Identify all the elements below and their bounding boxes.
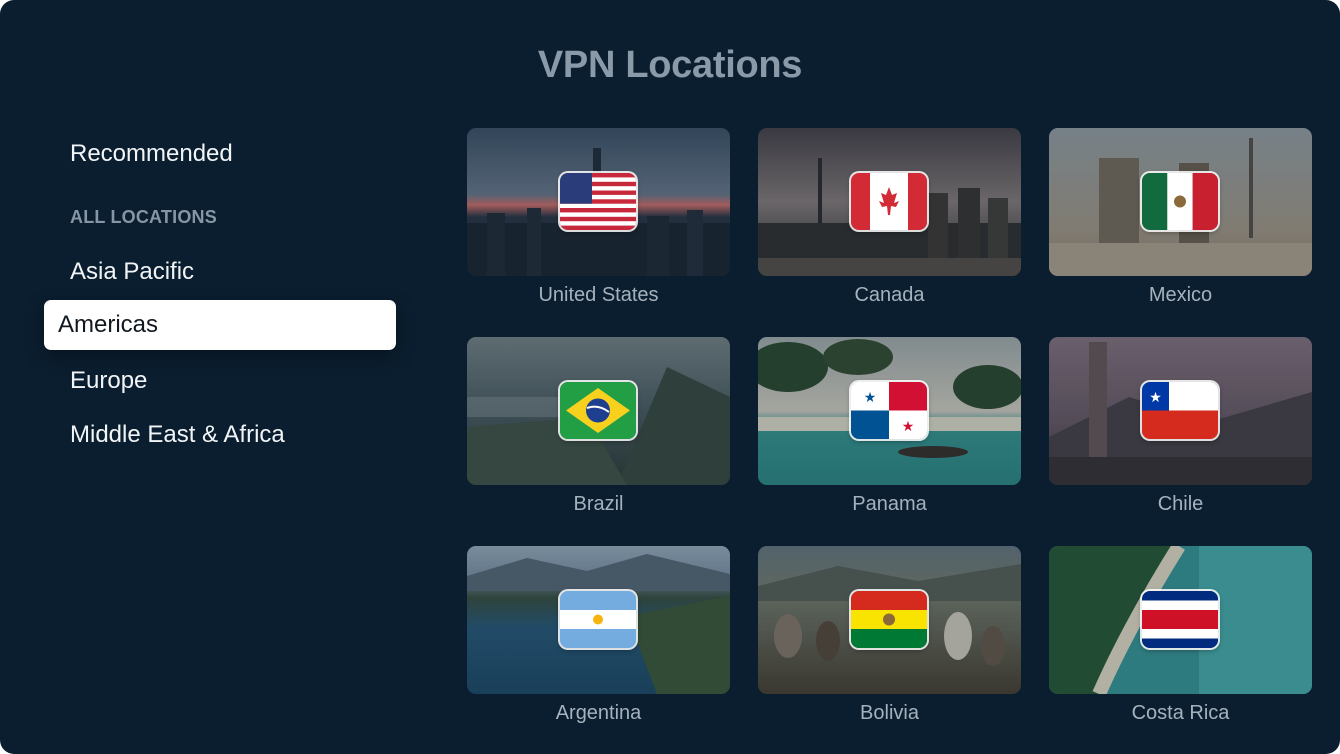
svg-text:★: ★ [902, 419, 915, 435]
sidebar-item-label: Americas [58, 311, 159, 338]
location-label: Chile [1157, 493, 1204, 515]
location-tile-bolivia[interactable]: Bolivia [758, 546, 1021, 724]
sidebar-item-middle-east-africa[interactable]: Middle East & Africa [70, 420, 285, 450]
sidebar-item-asia-pacific[interactable]: Asia Pacific [70, 257, 194, 287]
canada-flag-icon [851, 173, 927, 230]
vpn-locations-screen: VPN Locations Recommended ALL LOCATIONS … [0, 0, 1340, 754]
location-label: Brazil [573, 493, 624, 515]
sidebar-item-europe[interactable]: Europe [70, 366, 147, 396]
location-label: United States [538, 284, 659, 306]
location-tile-mexico[interactable]: Mexico [1049, 128, 1312, 306]
location-label: Costa Rica [1131, 702, 1230, 724]
location-label: Mexico [1148, 284, 1213, 306]
location-tile-argentina[interactable]: Argentina [467, 546, 730, 724]
brazil-flag-icon [560, 382, 636, 439]
us-flag-icon [560, 173, 636, 230]
location-label: Argentina [555, 702, 642, 724]
location-label: Canada [854, 284, 925, 306]
location-tile-brazil[interactable]: Brazil [467, 337, 730, 515]
sidebar-item-recommended[interactable]: Recommended [70, 139, 233, 169]
location-tile-panama[interactable]: ★ ★ Panama [758, 337, 1021, 515]
argentina-flag-icon [560, 591, 636, 648]
panama-flag-icon: ★ ★ [851, 382, 927, 439]
location-label: Bolivia [860, 702, 919, 724]
mexico-flag-icon [1142, 173, 1218, 230]
svg-text:★: ★ [1149, 390, 1162, 406]
location-tile-canada[interactable]: Canada [758, 128, 1021, 306]
location-label: Panama [852, 493, 927, 515]
location-tile-united-states[interactable]: United States [467, 128, 730, 306]
sidebar-section-heading: ALL LOCATIONS [70, 207, 217, 227]
svg-text:★: ★ [864, 390, 877, 406]
bolivia-flag-icon [851, 591, 927, 648]
sidebar-item-americas[interactable]: Americas [44, 300, 396, 350]
chile-flag-icon: ★ [1142, 382, 1218, 439]
location-tile-chile[interactable]: ★ Chile [1049, 337, 1312, 515]
page-title: VPN Locations [537, 44, 803, 86]
costa-rica-flag-icon [1142, 591, 1218, 648]
location-tile-costa-rica[interactable]: Costa Rica [1049, 546, 1312, 724]
